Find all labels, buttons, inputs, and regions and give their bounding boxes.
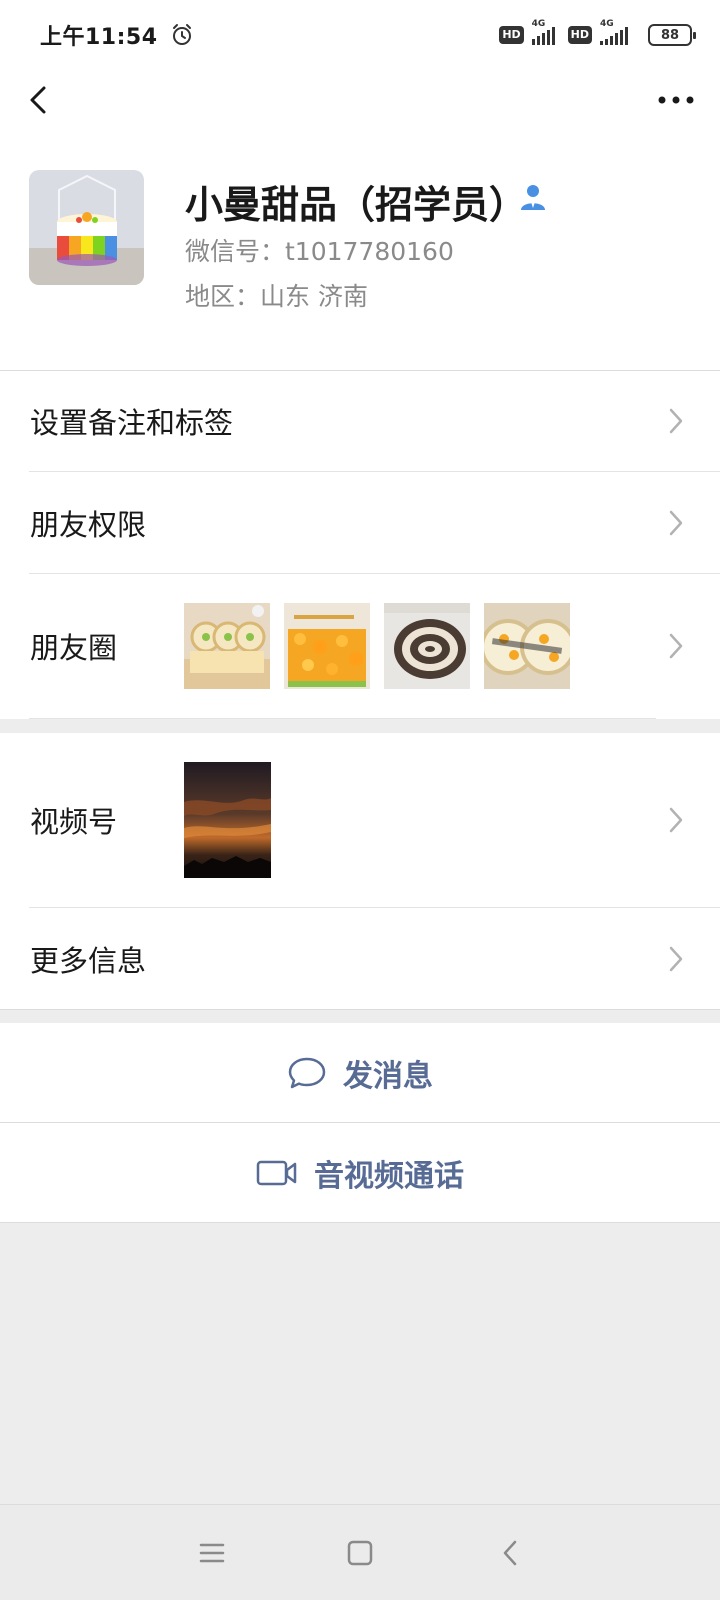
more-info-row[interactable]: 更多信息 [0,908,720,1009]
video-call-label: 音视频通话 [314,1158,464,1194]
chevron-right-icon [669,633,683,659]
menu-icon[interactable] [194,1535,230,1571]
region: 地区：山东 济南 [185,282,368,311]
moments-row[interactable]: 朋友圈 [0,574,720,718]
chevron-right-icon [669,946,683,971]
channels-label: 视频号 [30,805,118,839]
more-info-label: 更多信息 [30,943,147,978]
profile-name: 小曼甜品（招学员） [185,183,528,227]
divider [29,718,656,719]
battery-indicator: 88 [648,24,696,46]
moments-thumbnail-3 [384,603,470,689]
signal-strength-icon: 4G [531,19,560,45]
system-back-icon[interactable] [494,1535,530,1571]
moments-thumbnail-4 [484,603,570,689]
divider [0,1222,720,1223]
menu-section-extra: 视频号 更多信息 [0,733,720,1010]
moments-label: 朋友圈 [30,631,118,665]
video-camera-icon [256,1160,297,1185]
person-icon [521,185,545,210]
status-bar: 上午11:54 HD 4G HD 4G 88 [0,0,720,70]
profile-header: 小曼甜品（招学员） 微信号：t1017780160 地区：山东 济南 [0,130,720,370]
divider [0,1009,720,1010]
moments-thumbnail-1 [184,603,270,689]
permissions-label: 朋友权限 [30,507,147,542]
avatar[interactable] [29,170,144,285]
chevron-right-icon [669,408,683,433]
system-nav-bar [0,1504,720,1600]
back-button[interactable] [22,82,58,118]
nav-bar [0,70,720,130]
send-message-label: 发消息 [343,1058,433,1094]
video-call-button[interactable]: 音视频通话 [0,1123,720,1222]
status-time: 上午11:54 [40,25,158,50]
avatar-cake-image [29,170,144,285]
hd-badge-1: HD [499,26,524,44]
permissions-row[interactable]: 朋友权限 [0,472,720,573]
send-message-button[interactable]: 发消息 [0,1023,720,1122]
chat-bubble-icon [288,1057,326,1088]
network-type-label-2: 4G [600,19,614,29]
chevron-right-icon [669,510,683,535]
signal-strength-icon-2: 4G [600,19,634,45]
more-options-button[interactable] [654,82,698,118]
home-square-icon[interactable] [342,1535,378,1571]
status-indicators: HD 4G HD 4G 88 [499,19,696,46]
network-type-label: 4G [531,19,546,29]
channels-row[interactable]: 视频号 [0,733,720,907]
chevron-right-icon [669,807,683,833]
channels-thumbnail [184,762,271,878]
remark-row[interactable]: 设置备注和标签 [0,370,720,471]
hd-badge-2: HD [567,26,592,44]
remark-label: 设置备注和标签 [30,405,234,440]
moments-thumbnail-2 [284,603,370,689]
wechat-id: 微信号：t1017780160 [185,237,454,266]
menu-section-contact: 设置备注和标签 朋友权限 朋友圈 [0,370,720,719]
alarm-clock-icon [172,24,191,45]
